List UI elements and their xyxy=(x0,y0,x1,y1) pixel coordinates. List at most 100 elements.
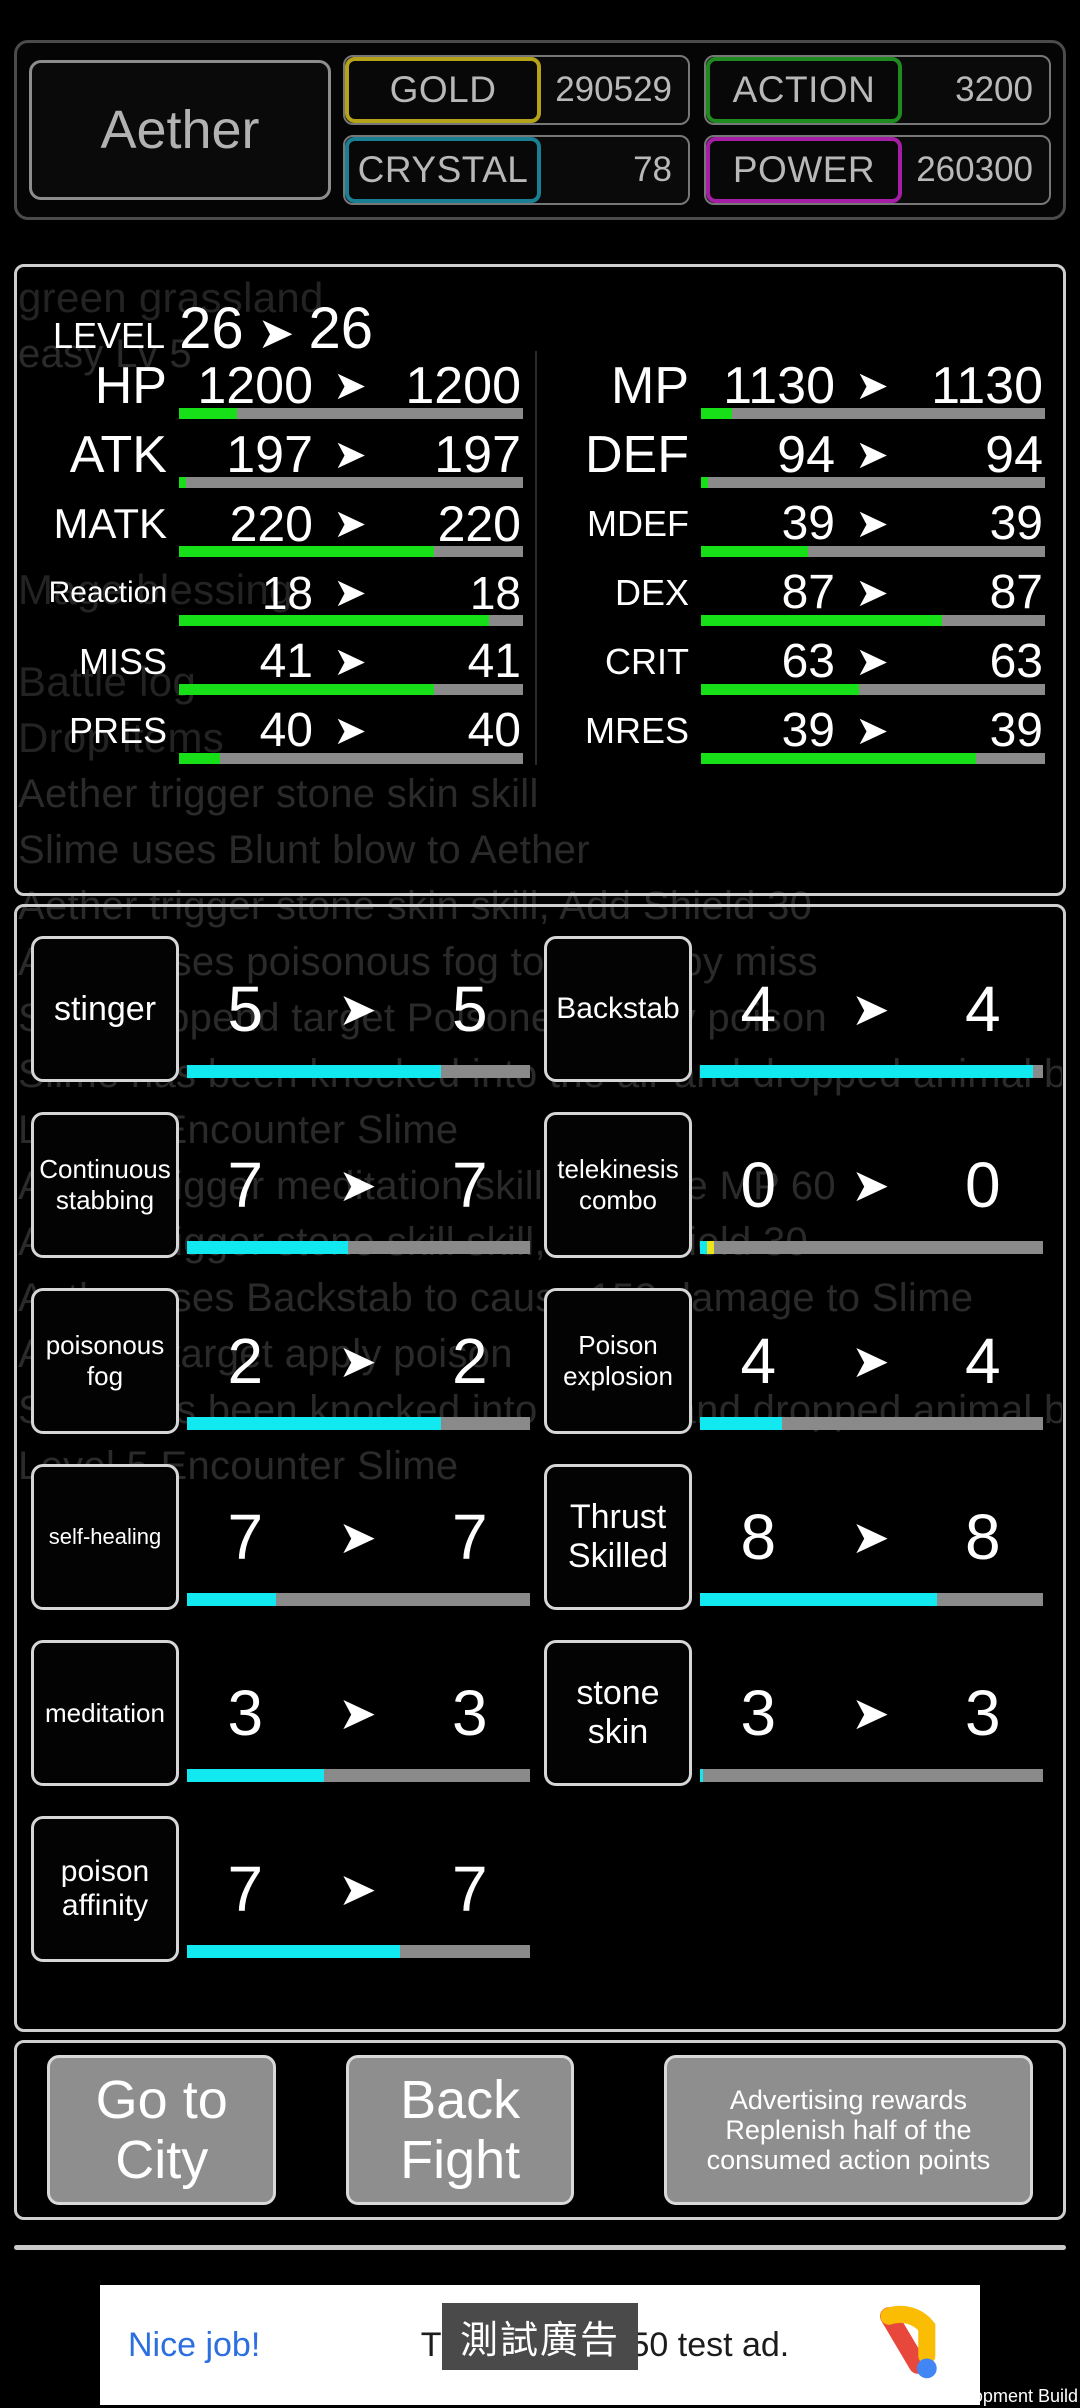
resource-crystal[interactable]: CRYSTAL 78 xyxy=(343,135,690,205)
arrow-icon: ➤ xyxy=(333,432,367,477)
skill-row: poison affinity 7 ➤ 7 xyxy=(27,1801,1053,1977)
stat-label: MISS xyxy=(78,640,167,682)
skill-cell[interactable]: Poison explosion 4 ➤ 4 xyxy=(540,1273,1053,1449)
resource-action[interactable]: ACTION 3200 xyxy=(704,55,1051,125)
skill-cell[interactable]: Backstab 4 ➤ 4 xyxy=(540,921,1053,1097)
stat-label: PRES xyxy=(68,709,167,751)
stat-to: 41 xyxy=(467,635,521,688)
skill-name-box[interactable]: poisonous fog xyxy=(31,1288,179,1434)
action-bar: Go to City Back Fight Advertising rewards … xyxy=(14,2040,1066,2220)
ad-reward-button[interactable]: Advertising rewards Replenish half of th… xyxy=(663,2055,1033,2205)
skill-level-to: 3 xyxy=(964,1677,1001,1749)
skill-cell[interactable]: poison affinity 7 ➤ 7 xyxy=(27,1801,540,1977)
skill-level-to: 0 xyxy=(964,1149,1001,1221)
stat-label: Reaction xyxy=(48,575,167,609)
stat-from: 220 xyxy=(229,495,313,552)
skill-cell[interactable]: self-healing 7 ➤ 7 xyxy=(27,1449,540,1625)
skill-levels: 7 ➤ 7 xyxy=(179,1112,536,1258)
arrow-icon: ➤ xyxy=(851,1687,890,1739)
stat-from: 39 xyxy=(781,704,835,757)
skill-levels: 4 ➤ 4 xyxy=(692,936,1049,1082)
skill-cell[interactable]: Thrust Skilled 8 ➤ 8 xyxy=(540,1449,1053,1625)
skill-cell-empty xyxy=(540,1801,1053,1977)
arrow-icon: ➤ xyxy=(338,983,377,1035)
skill-name-box[interactable]: Continuous stabbing xyxy=(31,1112,179,1258)
skill-levels: 5 ➤ 5 xyxy=(179,936,536,1082)
back-fight-button[interactable]: Back Fight xyxy=(346,2055,574,2205)
skill-row: stinger 5 ➤ 5 Backstab 4 ➤ 4 xyxy=(27,921,1053,1097)
stat-label: ATK xyxy=(69,425,167,484)
stat-from: 40 xyxy=(259,704,313,757)
skill-levels: 3 ➤ 3 xyxy=(692,1640,1049,1786)
skill-name-box[interactable]: stone skin xyxy=(544,1640,692,1786)
skill-level-from: 7 xyxy=(227,1853,264,1925)
skill-name-box[interactable]: Poison explosion xyxy=(544,1288,692,1434)
ad-divider xyxy=(14,2245,1066,2250)
skill-levels: 2 ➤ 2 xyxy=(179,1288,536,1434)
stat-from: 18 xyxy=(261,566,313,619)
stat-from: 87 xyxy=(781,566,835,619)
resource-gold[interactable]: GOLD 290529 xyxy=(343,55,690,125)
skill-name: meditation xyxy=(45,1697,165,1728)
stats-panel: LEVEL 26 ➤ 26 HP 1200 ➤ 1200 ATK 197 ➤ 197 MATK 2… xyxy=(14,264,1066,896)
skill-name-box[interactable]: Thrust Skilled xyxy=(544,1464,692,1610)
stat-progress-bar xyxy=(179,615,523,626)
stat-to: 94 xyxy=(985,425,1043,484)
skill-name-box[interactable]: meditation xyxy=(31,1640,179,1786)
stat-progress-bar xyxy=(701,408,1045,419)
skill-name-box[interactable]: poison affinity xyxy=(31,1816,179,1962)
stat-progress-bar xyxy=(701,477,1045,488)
skill-name: Backstab xyxy=(556,992,680,1025)
skill-name: stone skin xyxy=(576,1674,660,1751)
skill-cell[interactable]: poisonous fog 2 ➤ 2 xyxy=(27,1273,540,1449)
skill-name-box[interactable]: telekinesis combo xyxy=(544,1112,692,1258)
ad-banner[interactable]: 測試廣告 Nice job! This is a 320x50 test ad. xyxy=(0,2245,1080,2408)
stat-progress-bar xyxy=(179,546,523,557)
resource-crystal-label: CRYSTAL xyxy=(345,137,541,203)
skill-cell[interactable]: stone skin 3 ➤ 3 xyxy=(540,1625,1053,1801)
stat-from: 39 xyxy=(781,497,835,550)
skill-name: telekinesis combo xyxy=(557,1154,679,1215)
skill-progress-bar xyxy=(187,1593,530,1606)
skill-progress-bar xyxy=(700,1593,1043,1606)
skills-panel: stinger 5 ➤ 5 Backstab 4 ➤ 4 Continuous stabbing… xyxy=(14,904,1066,2032)
skill-row: poisonous fog 2 ➤ 2 Poison explosion 4 ➤ 4 xyxy=(27,1273,1053,1449)
skill-name-box[interactable]: self-healing xyxy=(31,1464,179,1610)
character-name-box[interactable]: Aether xyxy=(29,60,331,200)
skill-progress-bar xyxy=(700,1417,1043,1430)
skill-level-to: 4 xyxy=(964,973,1001,1045)
dev-build-watermark: Development Build xyxy=(926,2386,1078,2406)
stat-to: 197 xyxy=(434,425,521,484)
arrow-icon: ➤ xyxy=(855,708,889,753)
skill-name-box[interactable]: Backstab xyxy=(544,936,692,1082)
game-screen: green grassland easy Lv 5 Mage blessing … xyxy=(0,0,1080,2408)
stat-from: 41 xyxy=(259,635,313,688)
skill-cell[interactable]: stinger 5 ➤ 5 xyxy=(27,921,540,1097)
stat-columns: HP 1200 ➤ 1200 ATK 197 ➤ 197 MATK 220 ➤ 220 Reaction… xyxy=(17,351,1063,765)
skill-cell[interactable]: telekinesis combo 0 ➤ 0 xyxy=(540,1097,1053,1273)
stat-progress-bar xyxy=(701,615,1045,626)
skill-cell[interactable]: Continuous stabbing 7 ➤ 7 xyxy=(27,1097,540,1273)
stat-to: 63 xyxy=(989,635,1043,688)
arrow-icon: ➤ xyxy=(855,501,889,546)
skill-level-to: 7 xyxy=(451,1149,488,1221)
skill-progress-bar xyxy=(187,1241,530,1254)
stat-to: 39 xyxy=(989,704,1043,757)
go-to-city-button[interactable]: Go to City xyxy=(47,2055,277,2205)
skill-row: meditation 3 ➤ 3 stone skin 3 ➤ 3 xyxy=(27,1625,1053,1801)
stat-label: MATK xyxy=(53,499,167,547)
skill-name: poisonous fog xyxy=(45,1330,165,1391)
skill-level-from: 5 xyxy=(227,973,264,1045)
stat-progress-bar xyxy=(179,753,523,764)
skill-name-box[interactable]: stinger xyxy=(31,936,179,1082)
skill-level-from: 4 xyxy=(740,1325,777,1397)
skill-progress-bar xyxy=(187,1945,530,1958)
stat-label: DEX xyxy=(614,571,689,613)
resource-power[interactable]: POWER 260300 xyxy=(704,135,1051,205)
skill-cell[interactable]: meditation 3 ➤ 3 xyxy=(27,1625,540,1801)
skill-level-to: 7 xyxy=(451,1501,488,1573)
ad-link[interactable]: Nice job! xyxy=(128,2326,348,2365)
skill-progress-bar xyxy=(700,1241,1043,1254)
stat-progress-bar xyxy=(179,408,523,419)
skill-progress-bar xyxy=(700,1769,1043,1782)
